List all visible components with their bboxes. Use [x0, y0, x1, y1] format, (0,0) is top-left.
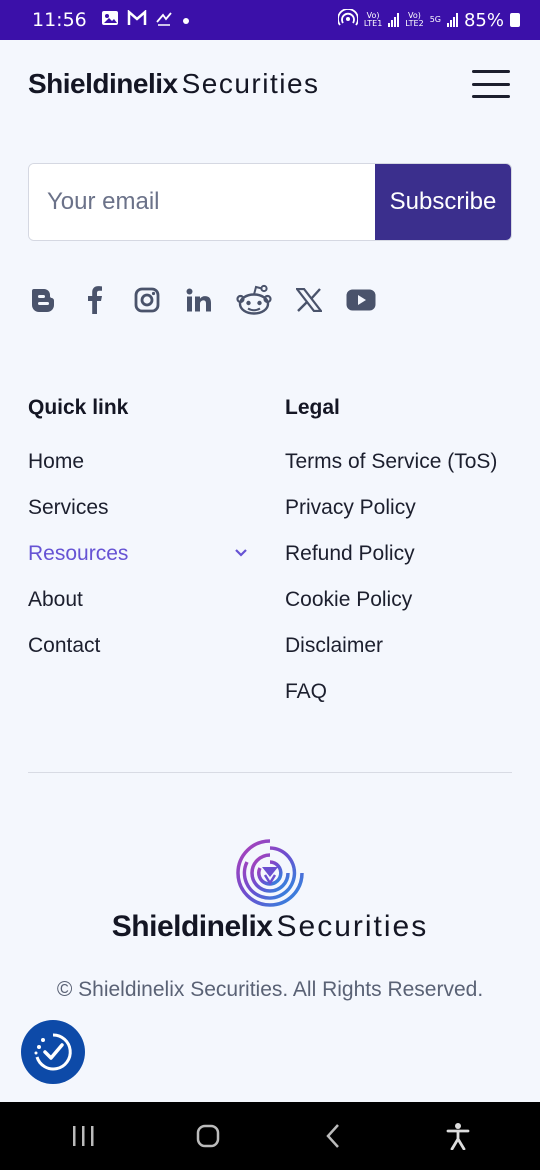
status-bar: 11:56 Vo) LTE1 Vo) LTE2 5G 85% — [0, 0, 540, 40]
instagram-icon[interactable] — [132, 283, 162, 317]
linkedin-icon[interactable] — [184, 283, 214, 317]
reddit-icon[interactable] — [236, 283, 272, 317]
brand-light: Securities — [181, 68, 320, 99]
accessibility-button[interactable] — [21, 1020, 85, 1084]
hotspot-icon — [337, 7, 359, 32]
shield-logo-icon — [235, 838, 305, 908]
legal-link-refund[interactable]: Refund Policy — [285, 531, 525, 577]
copyright-text: © Shieldinelix Securities. All Rights Re… — [56, 978, 484, 1001]
legal-column: Legal Terms of Service (ToS) Privacy Pol… — [285, 393, 525, 715]
gmail-icon — [127, 9, 147, 31]
hamburger-icon[interactable] — [472, 70, 510, 98]
footer-divider — [28, 772, 512, 773]
recent-apps-icon[interactable] — [53, 1116, 113, 1156]
system-nav-bar — [0, 1102, 540, 1170]
back-icon[interactable] — [303, 1116, 363, 1156]
battery-percent: 85% — [463, 9, 504, 31]
accessibility-icon[interactable] — [428, 1116, 488, 1156]
status-left: 11:56 — [32, 9, 191, 31]
quick-link-about[interactable]: About — [28, 577, 248, 623]
youtube-icon[interactable] — [346, 283, 376, 317]
legal-link-privacy[interactable]: Privacy Policy — [285, 485, 525, 531]
quick-links-heading: Quick link — [28, 396, 129, 419]
footer-brand[interactable]: Shieldinelix Securities — [0, 910, 540, 944]
quick-link-resources[interactable]: Resources — [28, 531, 248, 577]
network-type: 5G — [429, 15, 441, 24]
quick-link-home[interactable]: Home — [28, 439, 248, 485]
legal-link-cookie[interactable]: Cookie Policy — [285, 577, 525, 623]
legal-link-disclaimer[interactable]: Disclaimer — [285, 623, 525, 669]
home-icon[interactable] — [178, 1116, 238, 1156]
footer-brand-bold: Shieldinelix — [111, 910, 273, 943]
gallery-icon — [101, 9, 119, 31]
subscribe-form: Subscribe — [28, 163, 512, 241]
signal-icon — [388, 13, 400, 27]
quick-links-column: Quick link Home Services Resources About… — [28, 393, 248, 669]
footer-brand-light: Securities — [276, 910, 429, 943]
facebook-icon[interactable] — [80, 283, 110, 317]
accessibility-check-icon — [34, 1033, 72, 1071]
brand-bold: Shieldinelix — [28, 68, 178, 99]
sim1-label-bottom: LTE1 — [363, 19, 383, 28]
status-right: Vo) LTE1 Vo) LTE2 5G 85% — [337, 7, 520, 32]
status-time: 11:56 — [32, 9, 87, 31]
x-icon[interactable] — [294, 283, 324, 317]
signal-icon — [446, 13, 458, 27]
sim2-label: Vo) LTE2 — [405, 12, 423, 28]
blogger-icon[interactable] — [28, 283, 58, 317]
site-header: Shieldinelix Securities — [0, 40, 540, 128]
subscribe-button[interactable]: Subscribe — [375, 164, 511, 240]
network-label: 5G — [430, 16, 441, 24]
quick-link-contact[interactable]: Contact — [28, 623, 248, 669]
legal-link-terms[interactable]: Terms of Service (ToS) — [285, 439, 525, 485]
battery-icon — [510, 13, 520, 27]
missed-call-icon — [155, 9, 173, 31]
quick-link-resources-label: Resources — [28, 542, 129, 565]
legal-heading: Legal — [285, 396, 340, 419]
dot-icon — [181, 9, 191, 31]
email-input[interactable] — [29, 164, 375, 240]
sim2-label-bottom: LTE2 — [405, 19, 424, 28]
quick-link-services[interactable]: Services — [28, 485, 248, 531]
legal-link-faq[interactable]: FAQ — [285, 669, 525, 715]
brand-logo[interactable]: Shieldinelix Securities — [28, 68, 320, 100]
sim1-label: Vo) LTE1 — [364, 12, 382, 28]
social-links — [28, 283, 376, 317]
